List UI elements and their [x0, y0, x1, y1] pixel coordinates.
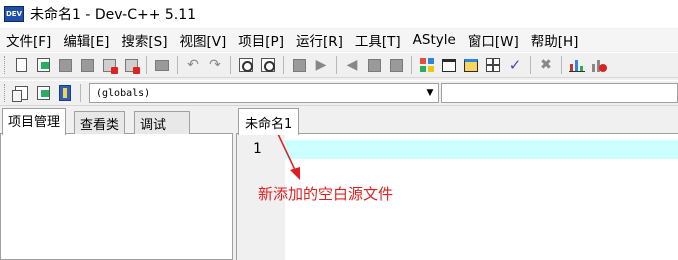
toggle-comment-button[interactable] [386, 55, 406, 75]
project-options-button[interactable] [55, 83, 75, 103]
main-toolbar: ↶ ↷ ▶ ◀ ✓ ✖ [0, 52, 678, 78]
add-to-project-icon [36, 86, 50, 100]
save-button[interactable] [55, 55, 75, 75]
left-panel: 项目管理 查看类 调试 [0, 107, 233, 260]
project-options-icon [59, 85, 71, 101]
goto-icon [367, 58, 381, 72]
window-title: 未命名1 - Dev-C++ 5.11 [30, 7, 197, 23]
new-file-icon [15, 58, 27, 72]
toolbar-separator [230, 56, 231, 74]
profile-delete-button[interactable] [589, 55, 609, 75]
toolbar-separator [530, 56, 531, 74]
replace-icon [261, 58, 275, 72]
secondary-toolbar: (globals) ▼ [0, 80, 678, 106]
compile-run-icon [464, 58, 478, 72]
save-all-button[interactable] [77, 55, 97, 75]
add-to-project-button[interactable] [33, 83, 53, 103]
menu-search[interactable]: 搜索[S] [115, 30, 173, 50]
chart-icon [569, 58, 585, 72]
syntax-check-button[interactable]: ✓ [505, 55, 525, 75]
profile-delete-icon [591, 58, 607, 72]
rebuild-icon [486, 58, 500, 72]
bookmark-icon: ◀ [346, 57, 358, 73]
symbol-combobox[interactable] [441, 83, 678, 103]
chart-button[interactable] [567, 55, 587, 75]
title-bar: DEV 未命名1 - Dev-C++ 5.11 [0, 0, 678, 28]
menu-file[interactable]: 文件[F] [0, 30, 57, 50]
run-icon [442, 58, 456, 72]
menu-window[interactable]: 窗口[W] [462, 30, 525, 50]
toolbar-grip[interactable] [4, 56, 7, 74]
menu-help[interactable]: 帮助[H] [525, 30, 585, 50]
compile-icon [420, 58, 434, 72]
find-button[interactable] [236, 55, 256, 75]
run-button[interactable] [439, 55, 459, 75]
print-icon [155, 59, 169, 71]
tab-debug[interactable]: 调试 [134, 111, 190, 134]
close-icon [102, 58, 118, 74]
toolbar-grip[interactable] [4, 84, 7, 102]
stop-icon: ✖ [540, 57, 552, 73]
unindent-icon: ▶ [315, 57, 327, 73]
undo-icon: ↶ [187, 57, 199, 73]
close-all-button[interactable] [121, 55, 141, 75]
scope-combobox[interactable]: (globals) ▼ [89, 83, 439, 103]
menu-view[interactable]: 视图[V] [174, 30, 233, 50]
toolbar-separator [80, 84, 81, 102]
new-project-icon [11, 86, 28, 102]
close-all-icon [124, 58, 140, 74]
project-tree[interactable] [0, 134, 233, 260]
syntax-check-icon: ✓ [508, 55, 522, 74]
editor-tab-untitled1[interactable]: 未命名1 [238, 108, 300, 135]
indent-button[interactable] [289, 55, 309, 75]
editor-tab-strip: 未命名1 [236, 107, 678, 135]
compile-run-button[interactable] [461, 55, 481, 75]
menu-run[interactable]: 运行[R] [290, 30, 349, 50]
toggle-comment-icon [389, 58, 403, 72]
indent-icon [292, 58, 306, 72]
save-icon [58, 58, 72, 72]
save-all-icon [80, 58, 94, 72]
stop-button[interactable]: ✖ [536, 55, 556, 75]
left-panel-tabs: 项目管理 查看类 调试 [0, 107, 233, 135]
menu-bar: 文件[F] 编辑[E] 搜索[S] 视图[V] 项目[P] 运行[R] 工具[T… [0, 29, 678, 51]
menu-astyle[interactable]: AStyle [407, 32, 462, 48]
open-file-icon [36, 58, 50, 72]
print-button[interactable] [152, 55, 172, 75]
scope-combobox-value: (globals) [96, 87, 151, 99]
redo-button[interactable]: ↷ [205, 55, 225, 75]
chevron-down-icon[interactable]: ▼ [422, 84, 438, 102]
toolbar-separator [283, 56, 284, 74]
toolbar-separator [411, 56, 412, 74]
redo-icon: ↷ [209, 57, 221, 73]
rebuild-button[interactable] [483, 55, 503, 75]
bookmark-button[interactable]: ◀ [342, 55, 362, 75]
toolbar-separator [561, 56, 562, 74]
menu-project[interactable]: 项目[P] [232, 30, 290, 50]
goto-button[interactable] [364, 55, 384, 75]
menu-tools[interactable]: 工具[T] [349, 30, 407, 50]
tab-class-browser[interactable]: 查看类 [74, 111, 126, 134]
line-number: 1 [253, 141, 262, 157]
tab-project-manager[interactable]: 项目管理 [2, 108, 67, 135]
dev-cpp-app-icon: DEV [4, 6, 24, 22]
replace-button[interactable] [258, 55, 278, 75]
toolbar-separator [177, 56, 178, 74]
annotation-label: 新添加的空白源文件 [258, 185, 394, 203]
new-file-button[interactable] [11, 55, 31, 75]
close-button[interactable] [99, 55, 119, 75]
compile-button[interactable] [417, 55, 437, 75]
menu-edit[interactable]: 编辑[E] [57, 30, 115, 50]
toolbar-separator [336, 56, 337, 74]
unindent-button[interactable]: ▶ [311, 55, 331, 75]
find-icon [239, 58, 253, 72]
toolbar-separator [146, 56, 147, 74]
open-file-button[interactable] [33, 55, 53, 75]
active-line-highlight [285, 140, 678, 159]
undo-button[interactable]: ↶ [183, 55, 203, 75]
new-project-button[interactable] [11, 83, 31, 103]
